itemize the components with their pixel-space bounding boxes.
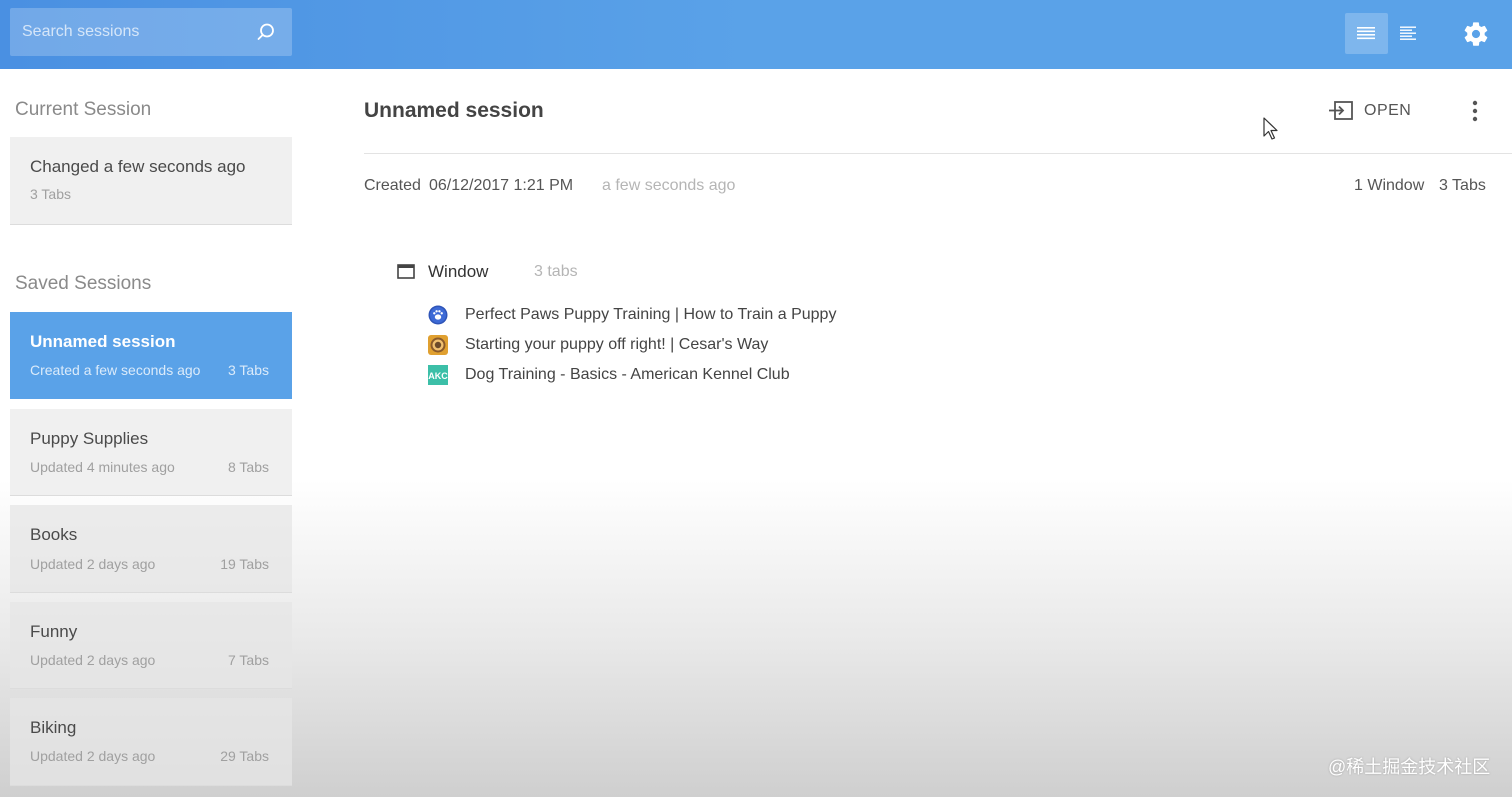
tab-item[interactable]: Starting your puppy off right! | Cesar's… bbox=[428, 335, 948, 357]
session-title: Biking bbox=[30, 718, 77, 737]
session-title: Books bbox=[30, 525, 78, 544]
open-in-window-icon bbox=[1329, 101, 1353, 120]
created-label: Created bbox=[364, 177, 421, 194]
tab-title: Perfect Paws Puppy Training | How to Tra… bbox=[465, 306, 837, 323]
sidebar: Current Session Changed a few seconds ag… bbox=[0, 69, 302, 797]
top-bar bbox=[0, 0, 1512, 69]
session-updated: Updated 2 days ago bbox=[30, 748, 156, 764]
session-tab-count: 19 Tabs bbox=[220, 556, 269, 572]
list-view-button[interactable] bbox=[1345, 13, 1388, 54]
svg-text:AKC: AKC bbox=[428, 371, 448, 381]
session-updated: Created a few seconds ago bbox=[30, 362, 201, 378]
saved-session-funny[interactable]: Funny Updated 2 days ago 7 Tabs bbox=[10, 602, 292, 689]
session-tab-count: 7 Tabs bbox=[228, 652, 269, 668]
tab-item[interactable]: AKC Dog Training - Basics - American Ken… bbox=[428, 365, 948, 387]
saved-session-biking[interactable]: Biking Updated 2 days ago 29 Tabs bbox=[10, 698, 292, 786]
current-session-heading: Current Session bbox=[15, 99, 152, 120]
session-updated: Updated 2 days ago bbox=[30, 556, 156, 572]
session-title: Funny bbox=[30, 622, 78, 641]
detail-view-icon bbox=[1400, 26, 1416, 40]
window-count: 1 Window bbox=[1354, 177, 1425, 194]
session-tab-count: 3 Tabs bbox=[228, 362, 269, 378]
paw-favicon-icon bbox=[428, 305, 448, 325]
saved-sessions-heading: Saved Sessions bbox=[15, 273, 152, 294]
tab-item[interactable]: Perfect Paws Puppy Training | How to Tra… bbox=[428, 305, 948, 327]
current-session-card[interactable]: Changed a few seconds ago 3 Tabs bbox=[10, 137, 292, 225]
window-label[interactable]: Window bbox=[428, 262, 488, 282]
open-label: OPEN bbox=[1364, 102, 1412, 119]
current-session-tabs: 3 Tabs bbox=[30, 186, 71, 202]
divider bbox=[364, 153, 1512, 154]
gear-icon[interactable] bbox=[1462, 20, 1490, 48]
tab-count: 3 Tabs bbox=[1439, 177, 1486, 194]
saved-session-unnamed[interactable]: Unnamed session Created a few seconds ag… bbox=[10, 312, 292, 399]
cesar-favicon-icon bbox=[428, 335, 448, 355]
session-detail-panel: Unnamed session OPEN Created 06/12/2017 … bbox=[302, 69, 1512, 797]
search-input[interactable] bbox=[10, 8, 252, 56]
created-date: 06/12/2017 1:21 PM bbox=[429, 177, 574, 194]
mouse-cursor-icon bbox=[1263, 117, 1278, 140]
session-updated: Updated 2 days ago bbox=[30, 652, 156, 668]
session-tab-count: 8 Tabs bbox=[228, 459, 269, 475]
session-title: Puppy Supplies bbox=[30, 429, 149, 448]
session-name[interactable]: Unnamed session bbox=[364, 99, 544, 123]
window-icon bbox=[397, 264, 415, 279]
detail-view-button[interactable] bbox=[1388, 13, 1431, 54]
akc-favicon-icon: AKC bbox=[428, 365, 448, 385]
list-view-icon bbox=[1357, 27, 1375, 40]
session-updated: Updated 4 minutes ago bbox=[30, 459, 175, 475]
session-title: Unnamed session bbox=[30, 332, 176, 351]
window-tab-count: 3 tabs bbox=[534, 263, 578, 280]
search-icon[interactable] bbox=[256, 22, 276, 42]
watermark: @稀土掘金技术社区 bbox=[1328, 757, 1491, 777]
session-tab-count: 29 Tabs bbox=[220, 748, 269, 764]
tab-title: Dog Training - Basics - American Kennel … bbox=[465, 366, 790, 383]
more-options-icon[interactable] bbox=[1465, 99, 1485, 123]
current-session-status: Changed a few seconds ago bbox=[30, 157, 246, 176]
saved-session-books[interactable]: Books Updated 2 days ago 19 Tabs bbox=[10, 505, 292, 593]
tab-title: Starting your puppy off right! | Cesar's… bbox=[465, 336, 769, 353]
search-box[interactable] bbox=[10, 8, 292, 56]
saved-session-puppy-supplies[interactable]: Puppy Supplies Updated 4 minutes ago 8 T… bbox=[10, 409, 292, 496]
created-relative: a few seconds ago bbox=[602, 177, 736, 194]
open-button[interactable]: OPEN bbox=[1328, 99, 1418, 123]
